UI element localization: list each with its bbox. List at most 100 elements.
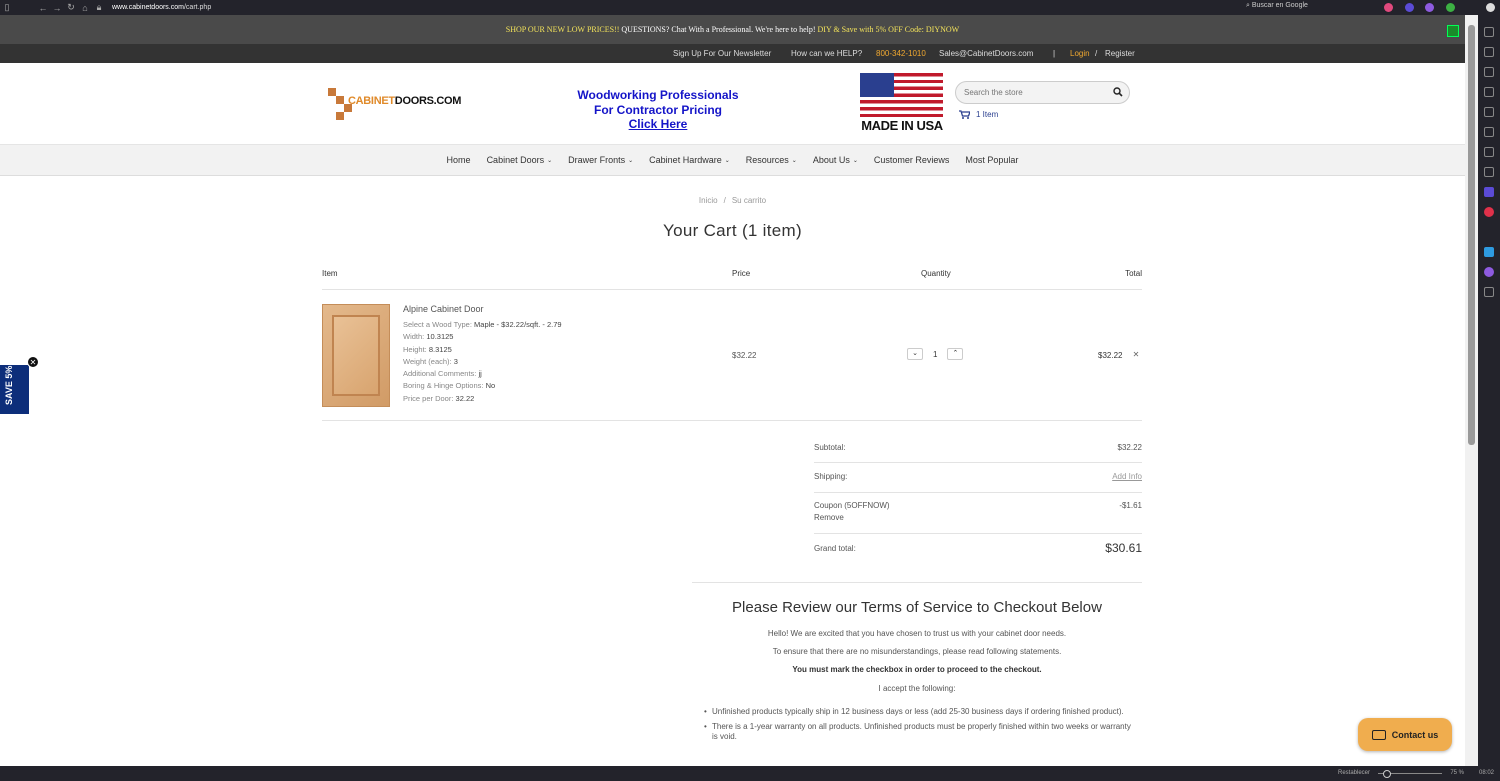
cart-count[interactable]: 1 Item <box>976 110 998 119</box>
usa-flag-badge: MADE IN USA <box>860 73 944 135</box>
phone-link[interactable]: 800-342-1010 <box>876 49 926 58</box>
nav-home[interactable]: Home <box>447 155 471 165</box>
panel-icon[interactable] <box>1484 47 1494 57</box>
forward-icon[interactable]: → <box>50 3 64 13</box>
nav-customer-reviews[interactable]: Customer Reviews <box>874 155 950 165</box>
product-image[interactable] <box>322 304 390 407</box>
terms-heading: Please Review our Terms of Service to Ch… <box>732 599 1102 616</box>
contractor-pricing-link[interactable]: Woodworking Professionals For Contractor… <box>558 88 758 132</box>
messenger-icon[interactable] <box>1484 187 1494 197</box>
quantity-value[interactable]: 1 <box>933 350 937 359</box>
panel-icon[interactable] <box>1484 147 1494 157</box>
contact-us-button[interactable]: Contact us <box>1358 718 1452 751</box>
nav-cabinet-hardware[interactable]: Cabinet Hardware ⌄ <box>649 155 730 165</box>
coupon-label: Coupon (5OFFNOW) <box>814 501 890 510</box>
promo-code-text: DIY & Save with 5% OFF Code: DIYNOW <box>817 25 960 34</box>
flag-icon <box>860 73 943 117</box>
product-options: Select a Wood Type: Maple - $32.22/sqft.… <box>403 319 562 405</box>
remove-coupon-link[interactable]: Remove <box>814 513 1142 522</box>
promo-text: SHOP OUR NEW LOW PRICES!! <box>505 25 620 34</box>
decrease-quantity-button[interactable]: ⌄ <box>907 348 923 360</box>
breadcrumb-separator: / <box>723 196 726 205</box>
column-header-quantity: Quantity <box>921 269 951 278</box>
extension-icon[interactable] <box>1405 3 1414 12</box>
clock: 08:02 <box>1478 770 1494 776</box>
utility-bar: Sign Up For Our Newsletter How can we HE… <box>0 44 1465 63</box>
breadcrumb-home[interactable]: Inicio <box>699 196 718 205</box>
address-bar[interactable]: www.cabinetdoors.com/cart.php <box>112 4 211 11</box>
remove-item-icon[interactable]: ✕ <box>1130 349 1142 361</box>
help-link[interactable]: How can we HELP? <box>791 49 862 58</box>
terms-paragraph: Hello! We are excited that you have chos… <box>767 629 1067 638</box>
search-icon[interactable] <box>1113 87 1123 97</box>
browser-toolbar: ▯ ← → ↻ ⌂ 🔒︎ www.cabinetdoors.com/cart.p… <box>0 0 1500 15</box>
home-icon[interactable]: ⌂ <box>78 3 92 13</box>
search-input[interactable] <box>956 82 1106 103</box>
store-search[interactable] <box>955 81 1130 104</box>
panel-icon[interactable] <box>1484 167 1494 177</box>
column-header-total: Total <box>1125 269 1142 278</box>
extension-icon[interactable] <box>1484 207 1494 217</box>
zoom-reset-button[interactable]: Restablecer <box>1338 770 1370 776</box>
panel-icon[interactable] <box>1484 87 1494 97</box>
quantity-stepper: ⌄ 1 ⌃ <box>907 348 964 360</box>
nav-most-popular[interactable]: Most Popular <box>965 155 1018 165</box>
panel-icon[interactable] <box>1484 67 1494 77</box>
panel-icon[interactable] <box>1484 27 1494 37</box>
extension-icon[interactable] <box>1484 247 1494 257</box>
increase-quantity-button[interactable]: ⌃ <box>947 348 964 360</box>
click-here-link[interactable]: Click Here <box>558 117 758 132</box>
site-header: CABINETDOORS.COM Woodworking Professiona… <box>0 63 1465 145</box>
scrollbar-thumb[interactable] <box>1468 25 1475 445</box>
zoom-level[interactable]: 75 % <box>1450 770 1464 776</box>
nav-cabinet-doors[interactable]: Cabinet Doors ⌄ <box>487 155 553 165</box>
newsletter-link[interactable]: Sign Up For Our Newsletter <box>673 49 771 58</box>
product-name[interactable]: Alpine Cabinet Door <box>403 304 484 314</box>
page-scrollbar[interactable] <box>1465 15 1478 766</box>
logo-mark <box>336 112 344 120</box>
breadcrumb: Inicio / Su carrito <box>0 196 1465 205</box>
chevron-down-icon: ⌄ <box>724 157 730 164</box>
extension-icon[interactable] <box>1425 3 1434 12</box>
logo-text: CABINETDOORS.COM <box>348 95 462 107</box>
save-discount-tab[interactable]: SAVE 5% <box>0 365 29 414</box>
panel-icon[interactable] <box>1484 107 1494 117</box>
main-navigation: Home Cabinet Doors ⌄ Drawer Fronts ⌄ Cabin… <box>0 145 1465 176</box>
sidebar-toggle-icon[interactable]: ▯ <box>0 2 14 13</box>
nav-drawer-fronts[interactable]: Drawer Fronts ⌄ <box>568 155 633 165</box>
door-panel <box>332 315 380 396</box>
close-icon[interactable]: ✕ <box>27 356 39 368</box>
nav-resources[interactable]: Resources ⌄ <box>746 155 797 165</box>
nav-about[interactable]: About Us ⌄ <box>813 155 858 165</box>
back-icon[interactable]: ← <box>36 3 50 13</box>
shipping-row: Shipping: Add Info <box>814 472 1142 481</box>
made-in-usa-label: MADE IN USA <box>861 118 943 133</box>
browser-search-field[interactable]: ⌕ Buscar en Google <box>1246 2 1356 13</box>
pro-line: For Contractor Pricing <box>593 102 722 117</box>
breadcrumb-current: Su carrito <box>731 196 767 205</box>
extension-icon[interactable] <box>1446 3 1455 12</box>
extension-icon[interactable] <box>1484 267 1494 277</box>
panel-icon[interactable] <box>1484 127 1494 137</box>
logo-mark <box>328 88 336 96</box>
grand-total-label: Grand total: <box>814 544 856 553</box>
profile-avatar[interactable] <box>1486 3 1495 12</box>
divider <box>814 492 1142 493</box>
divider <box>814 462 1142 463</box>
zoom-slider-handle[interactable] <box>1383 770 1391 778</box>
page: SHOP OUR NEW LOW PRICES!! QUESTIONS? Cha… <box>0 15 1465 766</box>
item-price: $32.22 <box>732 351 757 360</box>
add-panel-icon[interactable] <box>1484 287 1494 297</box>
option-row: Width: 10.3125 <box>403 332 454 342</box>
mini-cart[interactable]: 1 Item <box>959 110 998 119</box>
reload-icon[interactable]: ↻ <box>64 2 78 13</box>
site-logo[interactable]: CABINETDOORS.COM <box>328 86 468 122</box>
extension-icon[interactable] <box>1384 3 1393 12</box>
login-link[interactable]: Login <box>1070 49 1090 58</box>
email-link[interactable]: Sales@CabinetDoors.com <box>939 49 1033 58</box>
register-link[interactable]: Register <box>1105 49 1135 58</box>
add-shipping-info-link[interactable]: Add Info <box>1112 472 1142 481</box>
pro-line: Woodworking Professionals <box>577 88 739 102</box>
column-header-item: Item <box>322 269 338 278</box>
chevron-down-icon: ⌄ <box>852 157 858 164</box>
